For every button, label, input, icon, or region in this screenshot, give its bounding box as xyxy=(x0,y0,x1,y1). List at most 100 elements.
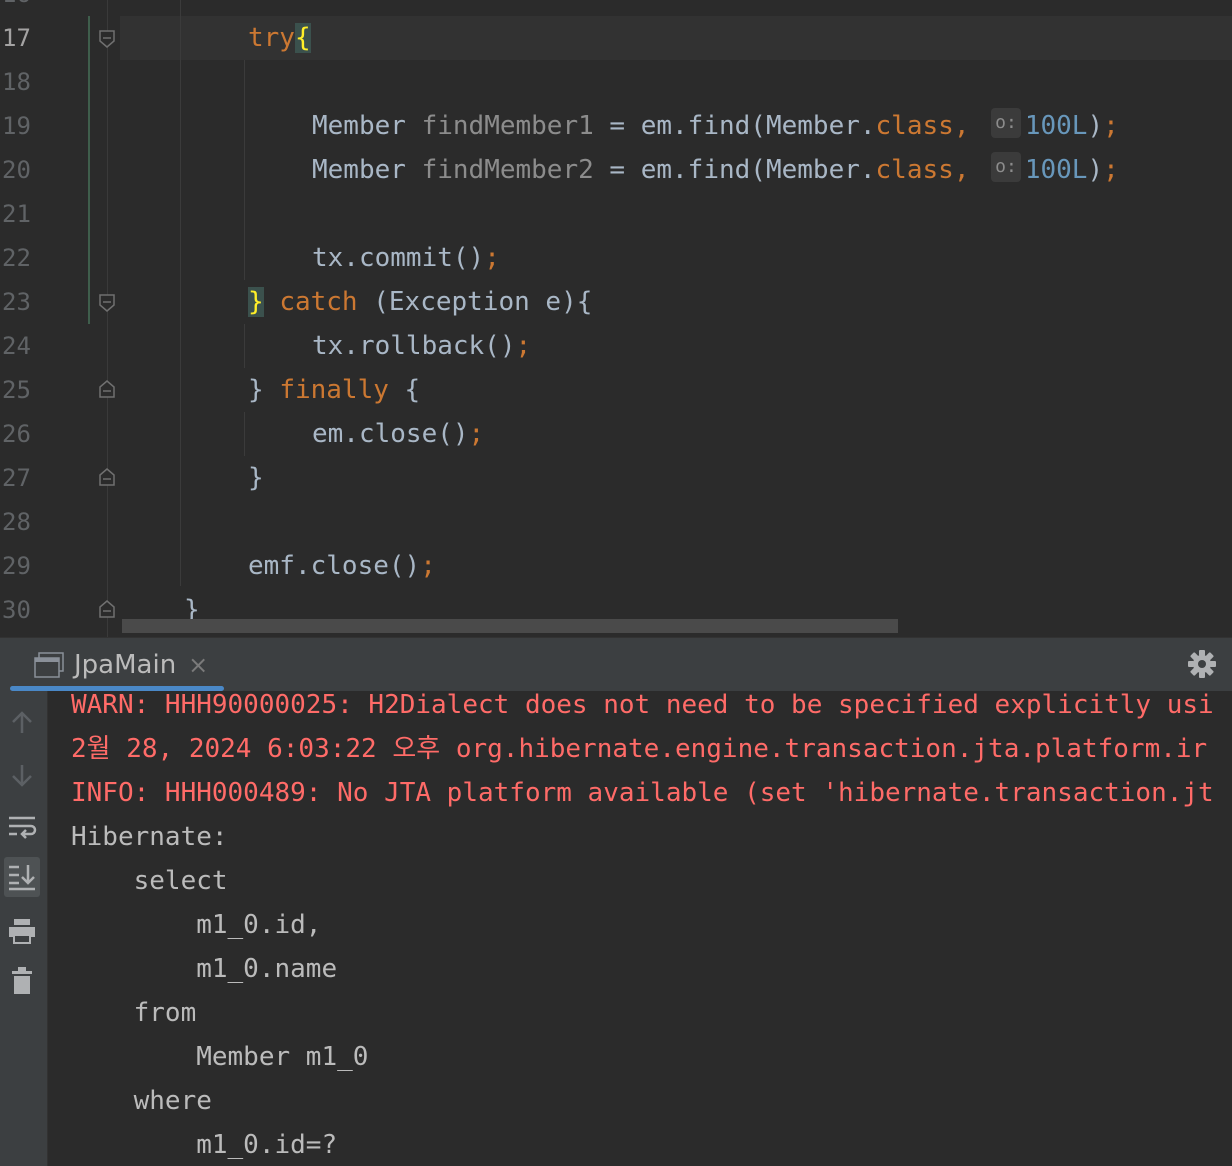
line-number: 18 xyxy=(2,68,31,96)
matched-brace: } xyxy=(248,287,264,317)
semicolon: ; xyxy=(420,551,436,581)
code-editor[interactable]: 16 17 18 19 20 21 22 23 24 25 26 27 28 2… xyxy=(0,0,1232,637)
indent-guide xyxy=(244,412,245,456)
indent-guide xyxy=(244,60,245,280)
code-text: tx.commit() xyxy=(312,243,485,273)
tab-label: JpaMain xyxy=(74,650,177,680)
console-icon xyxy=(34,652,64,678)
code-text: = em.find(Member. xyxy=(593,111,876,141)
code-text: = em.find(Member. xyxy=(593,155,876,185)
console-line: select xyxy=(71,866,228,896)
unused-variable: findMember2 xyxy=(421,155,594,185)
type-name: Member xyxy=(312,111,406,141)
console-line: 2월 28, 2024 6:03:22 오후 org.hibernate.eng… xyxy=(71,734,1208,764)
console-line: from xyxy=(71,998,197,1028)
code-text: (Exception e){ xyxy=(357,287,593,317)
code-line-17[interactable]: try{ xyxy=(248,16,311,60)
type-name: Member xyxy=(312,155,406,185)
code-area[interactable]: try{ Member findMember1 = em.find(Member… xyxy=(120,0,1232,637)
semicolon: ; xyxy=(1103,155,1119,185)
gear-icon[interactable] xyxy=(1186,648,1218,680)
line-number: 17 xyxy=(2,24,31,52)
console-line: m1_0.name xyxy=(71,954,353,984)
line-number-gutter: 16 17 18 19 20 21 22 23 24 25 26 27 28 2… xyxy=(0,0,88,637)
code-line-25[interactable]: } finally { xyxy=(248,368,420,412)
line-number: 30 xyxy=(2,596,31,624)
line-number: 26 xyxy=(2,420,31,448)
soft-wrap-icon[interactable] xyxy=(4,807,40,847)
run-panel-header: JpaMain × xyxy=(0,637,1232,692)
line-number: 24 xyxy=(2,332,31,360)
down-arrow-icon[interactable] xyxy=(4,755,40,795)
code-line-23[interactable]: } catch (Exception e){ xyxy=(248,280,592,324)
line-number: 28 xyxy=(2,508,31,536)
fold-end-icon[interactable] xyxy=(99,600,115,618)
keyword-class: class xyxy=(875,155,954,185)
unused-variable: findMember1 xyxy=(421,111,594,141)
indent-guide xyxy=(244,324,245,368)
semicolon: ; xyxy=(468,419,485,449)
fold-collapse-icon[interactable] xyxy=(99,30,115,48)
keyword-finally: finally xyxy=(279,375,389,405)
matched-brace: { xyxy=(294,23,311,53)
close-icon[interactable]: × xyxy=(188,651,208,679)
tab-jpamain[interactable]: JpaMain × xyxy=(14,638,208,692)
console-line: where xyxy=(71,1086,212,1116)
code-line-26[interactable]: em.close(); xyxy=(312,412,484,456)
semicolon: ; xyxy=(484,243,500,273)
console-line: Hibernate: xyxy=(71,822,244,852)
keyword-catch: catch xyxy=(279,287,358,317)
code-line-20[interactable]: Member findMember2 = em.find(Member.clas… xyxy=(312,148,1119,192)
code-text: } xyxy=(248,463,264,493)
code-text: { xyxy=(388,375,421,405)
number-literal: 100L xyxy=(1024,111,1088,141)
print-icon[interactable] xyxy=(4,911,40,951)
code-text: ) xyxy=(1087,155,1104,185)
console-line: INFO: HHH000489: No JTA platform availab… xyxy=(71,778,1214,808)
keyword-try: try xyxy=(248,23,295,53)
line-number: 20 xyxy=(2,156,31,184)
code-text: em.close() xyxy=(312,419,469,449)
line-number: 23 xyxy=(2,288,31,316)
parameter-hint: o: xyxy=(991,152,1021,182)
scroll-to-end-icon[interactable] xyxy=(4,857,40,897)
semicolon: ; xyxy=(515,331,532,361)
console-output[interactable]: WARN: HHH90000025: H2Dialect does not ne… xyxy=(48,691,1232,1166)
line-number: 27 xyxy=(2,464,31,492)
line-number: 21 xyxy=(2,200,31,228)
fold-end-icon[interactable] xyxy=(99,380,115,398)
comma: , xyxy=(953,155,970,185)
keyword-class: class xyxy=(875,111,954,141)
console-line: m1_0.id, xyxy=(71,910,322,940)
line-number: 16 xyxy=(0,0,42,16)
number-literal: 100L xyxy=(1024,155,1088,185)
code-text: tx.rollback() xyxy=(312,331,516,361)
console-line: WARN: HHH90000025: H2Dialect does not ne… xyxy=(71,691,1214,720)
console-line: m1_0.id=? xyxy=(71,1130,338,1160)
up-arrow-icon[interactable] xyxy=(4,703,40,743)
fold-end-icon[interactable] xyxy=(99,468,115,486)
vcs-change-marker[interactable] xyxy=(88,16,90,324)
code-line-27[interactable]: } xyxy=(248,456,264,500)
code-text: } xyxy=(248,375,280,405)
fold-guide-line xyxy=(107,0,108,637)
parameter-hint: o: xyxy=(991,108,1021,138)
comma: , xyxy=(953,111,970,141)
line-number: 19 xyxy=(2,112,31,140)
code-line-19[interactable]: Member findMember1 = em.find(Member.clas… xyxy=(312,104,1119,148)
code-line-22[interactable]: tx.commit(); xyxy=(312,236,500,280)
horizontal-scrollbar[interactable] xyxy=(122,619,898,633)
code-text: ) xyxy=(1087,111,1104,141)
console-line: Member m1_0 xyxy=(71,1042,385,1072)
semicolon: ; xyxy=(1103,111,1119,141)
line-number: 29 xyxy=(2,552,31,580)
trash-icon[interactable] xyxy=(4,961,40,1001)
line-number: 22 xyxy=(2,244,31,272)
fold-collapse-icon[interactable] xyxy=(99,294,115,312)
code-line-29[interactable]: emf.close(); xyxy=(248,544,436,588)
code-line-24[interactable]: tx.rollback(); xyxy=(312,324,531,368)
indent-guide xyxy=(180,0,181,586)
code-text: emf.close() xyxy=(248,551,421,581)
line-number: 25 xyxy=(2,376,31,404)
run-toolbar xyxy=(0,691,48,1166)
